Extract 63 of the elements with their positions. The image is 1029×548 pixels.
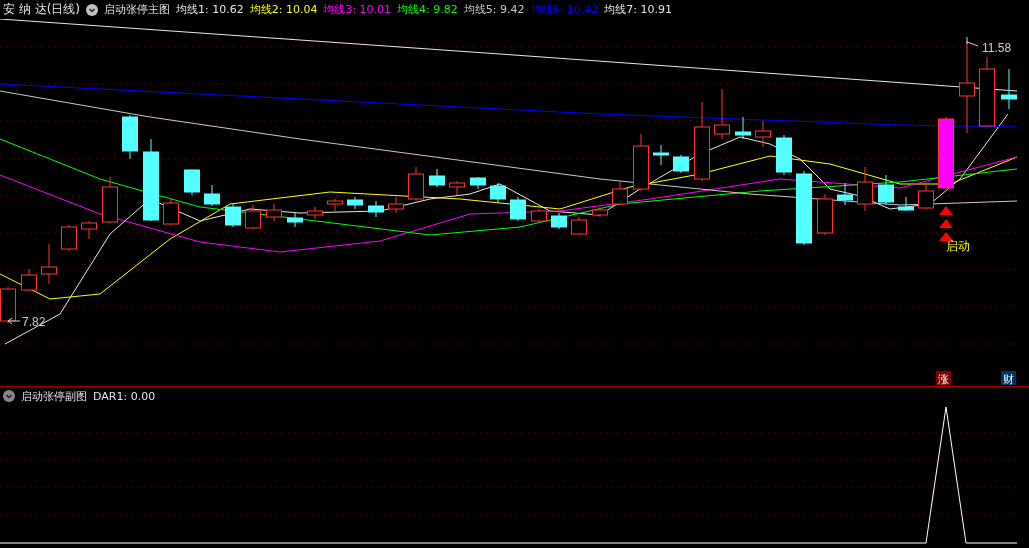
candlestick bbox=[429, 168, 445, 188]
signal-arrow-icon bbox=[939, 206, 953, 242]
indicator-reading: DAR1: 0.00 bbox=[93, 389, 156, 403]
candlestick bbox=[837, 182, 853, 206]
candlestick bbox=[184, 168, 200, 196]
candlestick bbox=[245, 204, 261, 230]
candlestick bbox=[470, 176, 486, 190]
candlestick bbox=[653, 144, 669, 166]
candlestick bbox=[81, 220, 97, 240]
candlestick bbox=[490, 182, 506, 204]
moving-average-legend: 均线2: 10.04 bbox=[249, 2, 318, 18]
candlestick bbox=[918, 181, 934, 210]
stock-title: 安 纳 达(日线) bbox=[3, 1, 80, 19]
candlestick bbox=[122, 114, 138, 160]
indicator-name: 启动张停主图 bbox=[104, 2, 170, 18]
candlestick bbox=[510, 196, 526, 222]
candlestick bbox=[368, 200, 384, 218]
candlestick bbox=[551, 212, 567, 230]
candlestick bbox=[857, 166, 873, 212]
candlestick bbox=[287, 212, 303, 228]
candlestick bbox=[327, 198, 343, 212]
candlestick bbox=[204, 184, 220, 207]
candlestick bbox=[673, 154, 689, 174]
moving-average-legend: 均线4: 9.82 bbox=[397, 2, 458, 18]
dropdown-icon[interactable] bbox=[3, 390, 15, 403]
moving-average-legend: 均线6: 10.42 bbox=[530, 2, 599, 18]
candlestick bbox=[408, 166, 424, 202]
candlestick bbox=[1001, 68, 1017, 110]
candlestick bbox=[755, 120, 771, 148]
candlestick bbox=[571, 216, 587, 236]
dropdown-icon[interactable] bbox=[86, 3, 98, 16]
candlestick bbox=[592, 206, 608, 218]
candlestick bbox=[776, 134, 792, 176]
candlestick bbox=[347, 196, 363, 210]
low-price-label: 7.82 bbox=[22, 315, 46, 330]
candlestick bbox=[102, 176, 118, 224]
moving-average-legend: 均线1: 10.62 bbox=[176, 2, 244, 18]
high-price-label: 11.58 bbox=[982, 41, 1012, 56]
candlestick bbox=[41, 243, 57, 285]
candlestick bbox=[531, 208, 547, 224]
candlestick bbox=[61, 224, 77, 252]
candlestick bbox=[735, 116, 751, 140]
candlestick bbox=[449, 180, 465, 196]
candlestick bbox=[307, 206, 323, 220]
candlestick bbox=[266, 203, 282, 222]
candlestick bbox=[714, 88, 730, 140]
candlestick bbox=[225, 202, 241, 228]
badge[interactable]: 财 bbox=[1001, 371, 1016, 387]
candlestick bbox=[21, 268, 37, 292]
candlestick bbox=[878, 174, 894, 206]
candlestick bbox=[612, 180, 628, 206]
candlestick bbox=[898, 196, 914, 212]
moving-average-legend: 均线3: 10.01 bbox=[323, 2, 392, 18]
candlestick bbox=[163, 198, 179, 226]
candlestick bbox=[388, 196, 404, 214]
candlestick bbox=[979, 56, 995, 128]
candlestick bbox=[633, 133, 649, 192]
candlestick bbox=[817, 193, 833, 236]
indicator-name: 启动张停副图 bbox=[21, 388, 87, 404]
signal-label: 启动 bbox=[946, 239, 970, 254]
moving-average-legend: 均线5: 9.42 bbox=[463, 2, 525, 18]
badge[interactable]: 涨 bbox=[936, 371, 951, 387]
moving-average-legend: 均线7: 10.91 bbox=[604, 2, 672, 18]
